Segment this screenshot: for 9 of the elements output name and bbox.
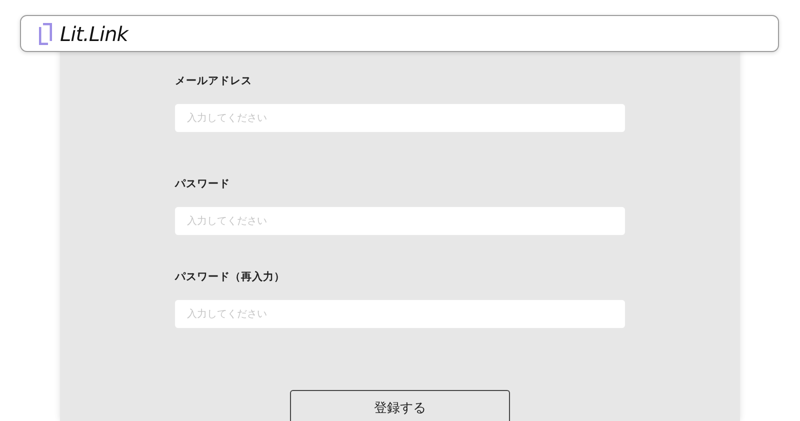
field-label: パスワード（再入力） (175, 270, 285, 285)
input-field[interactable]: 入力してください (175, 300, 625, 328)
register-button[interactable]: 登録する (290, 390, 510, 421)
field-label: メールアドレス (175, 74, 252, 89)
logo-text: Lit.Link (60, 24, 128, 44)
input-field[interactable]: 入力してください (175, 104, 625, 132)
field-label: パスワード (175, 177, 230, 192)
logo-icon (39, 22, 52, 44)
input-field[interactable]: 入力してください (175, 207, 625, 235)
